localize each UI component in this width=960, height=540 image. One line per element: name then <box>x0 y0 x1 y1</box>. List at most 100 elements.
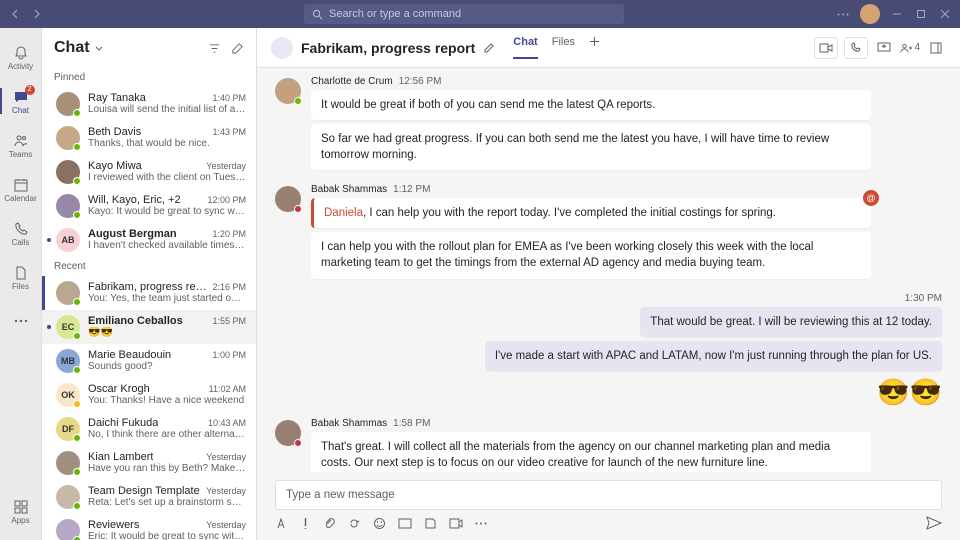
rail-activity[interactable]: Activity <box>0 36 42 78</box>
message-meta: Babak Shammas1:58 PM <box>311 418 871 429</box>
chat-item-name: Kayo Miwa <box>88 160 142 172</box>
chat-item-preview: No, I think there are other alternatives… <box>88 429 246 440</box>
chat-item-preview: You: Yes, the team just started on that.… <box>88 293 246 304</box>
chat-list-item[interactable]: ReviewersYesterdayEric: It would be grea… <box>42 514 256 540</box>
section-pinned: Pinned <box>42 68 256 87</box>
chat-list-item[interactable]: OKOscar Krogh11:02 AMYou: Thanks! Have a… <box>42 378 256 412</box>
open-pane-icon[interactable] <box>926 38 946 58</box>
message-bubble[interactable]: So far we had great progress. If you can… <box>311 124 871 170</box>
chat-list-item[interactable]: DF Daichi Fukuda 10:43 AMNo, I think there… <box>42 412 256 446</box>
chat-item-name: Marie Beaudouin <box>88 349 171 361</box>
avatar <box>56 451 80 475</box>
chat-item-time: 1:55 PM <box>212 316 246 326</box>
rail-files[interactable]: Files <box>0 256 42 298</box>
chat-item-time: Yesterday <box>206 486 246 496</box>
send-button[interactable] <box>926 516 942 530</box>
presence-indicator <box>73 298 81 306</box>
chat-list-item[interactable]: MBMarie Beaudouin1:00 PMSounds good? <box>42 344 256 378</box>
chat-item-name: Reviewers <box>88 519 139 531</box>
emoji-icon[interactable] <box>373 517 386 530</box>
message-avatar <box>275 78 301 104</box>
chat-item-time: Yesterday <box>206 520 246 530</box>
rail-calls[interactable]: Calls <box>0 212 42 254</box>
avatar: MB <box>56 349 80 373</box>
avatar: DF <box>56 417 80 441</box>
search-icon <box>312 9 323 20</box>
conversation-pane: Fabrikam, progress report Chat Files 4 C… <box>257 28 960 540</box>
calendar-icon <box>12 176 30 194</box>
chat-item-name: Beth Davis <box>88 126 141 138</box>
chat-item-preview: Sounds good? <box>88 361 246 372</box>
teams-icon <box>12 132 30 150</box>
participants-button[interactable]: 4 <box>900 38 920 58</box>
chat-item-name: Kian Lambert <box>88 451 153 463</box>
search-placeholder: Search or type a command <box>329 8 461 20</box>
filter-icon[interactable] <box>208 42 221 55</box>
chat-item-name: Emiliano Ceballos <box>88 315 183 327</box>
window-close-button[interactable] <box>938 7 952 21</box>
more-icon[interactable] <box>836 7 850 21</box>
chat-list-item[interactable]: Ray Tanaka1:40 PMLouisa will send the in… <box>42 87 256 121</box>
chat-item-name: Daichi Fukuda <box>88 417 158 429</box>
tab-chat[interactable]: Chat <box>513 36 537 59</box>
chat-list-item[interactable]: ABAugust Bergman1:20 PMI haven't checked… <box>42 223 256 257</box>
message-bubble[interactable]: That would be great. I will be reviewing… <box>640 307 942 337</box>
user-avatar[interactable] <box>860 4 880 24</box>
audio-call-button[interactable] <box>844 37 868 59</box>
chat-item-preview: You: Thanks! Have a nice weekend <box>88 395 246 406</box>
attach-icon[interactable] <box>323 517 336 530</box>
chat-list-item[interactable]: Kayo MiwaYesterdayI reviewed with the cl… <box>42 155 256 189</box>
message-bubble[interactable]: I can help you with the rollout plan for… <box>311 232 871 278</box>
meet-icon[interactable] <box>449 518 463 529</box>
avatar: OK <box>56 383 80 407</box>
chat-list: Ray Tanaka1:40 PMLouisa will send the in… <box>42 87 256 540</box>
presence-indicator <box>73 434 81 442</box>
sticker-icon[interactable] <box>424 517 437 530</box>
rail-chat[interactable]: 2 Chat <box>0 80 42 122</box>
compose-icon[interactable] <box>231 42 244 55</box>
tab-files[interactable]: Files <box>552 36 575 59</box>
chat-item-name: Team Design Template <box>88 485 200 497</box>
avatar <box>56 126 80 150</box>
more-composer-icon[interactable] <box>475 522 487 525</box>
chat-list-item[interactable]: Beth Davis1:43 PMThanks, that would be n… <box>42 121 256 155</box>
chat-item-time: 1:20 PM <box>212 229 246 239</box>
window-maximize-button[interactable] <box>914 7 928 21</box>
gif-icon[interactable] <box>398 518 412 529</box>
composer: Type a new message <box>257 472 960 540</box>
mention[interactable]: Daniela <box>324 207 363 219</box>
chat-item-time: 10:43 AM <box>208 418 246 428</box>
chat-item-name: Will, Kayo, Eric, +2 <box>88 194 181 206</box>
message-input[interactable]: Type a new message <box>275 480 942 510</box>
chevron-down-icon[interactable] <box>94 43 104 53</box>
more-icon <box>12 312 30 330</box>
rail-calendar[interactable]: Calendar <box>0 168 42 210</box>
message-bubble[interactable]: I've made a start with APAC and LATAM, n… <box>485 341 942 371</box>
window-minimize-button[interactable] <box>890 7 904 21</box>
chat-list-item[interactable]: ECEmiliano Ceballos1:55 PM😎😎 <box>42 310 256 344</box>
edit-title-icon[interactable] <box>483 42 495 54</box>
reactions[interactable]: 😎😎 <box>877 377 942 408</box>
chat-list-item[interactable]: Will, Kayo, Eric, +212:00 PMKayo: It wou… <box>42 189 256 223</box>
priority-icon[interactable] <box>300 517 311 530</box>
command-search-input[interactable]: Search or type a command <box>304 4 624 24</box>
rail-teams[interactable]: Teams <box>0 124 42 166</box>
nav-forward-button[interactable] <box>28 6 44 22</box>
chat-list-item[interactable]: Team Design TemplateYesterdayReta: Let's… <box>42 480 256 514</box>
nav-back-button[interactable] <box>8 6 24 22</box>
message-bubble[interactable]: That's great. I will collect all the mat… <box>311 432 871 472</box>
avatar <box>56 92 80 116</box>
loop-icon[interactable] <box>348 517 361 530</box>
message-avatar <box>275 420 301 446</box>
add-tab-button[interactable] <box>589 36 600 59</box>
rail-more[interactable] <box>0 300 42 342</box>
format-icon[interactable] <box>275 517 288 530</box>
chat-list-item[interactable]: Kian LambertYesterdayHave you ran this b… <box>42 446 256 480</box>
message-bubble[interactable]: It would be great if both of you can sen… <box>311 90 871 120</box>
video-call-button[interactable] <box>814 37 838 59</box>
message-bubble[interactable]: @Daniela, I can help you with the report… <box>311 198 871 228</box>
avatar <box>56 519 80 540</box>
rail-apps[interactable]: Apps <box>0 490 42 532</box>
share-screen-icon[interactable] <box>874 38 894 58</box>
chat-list-item[interactable]: Fabrikam, progress report2:16 PMYou: Yes… <box>42 276 256 310</box>
